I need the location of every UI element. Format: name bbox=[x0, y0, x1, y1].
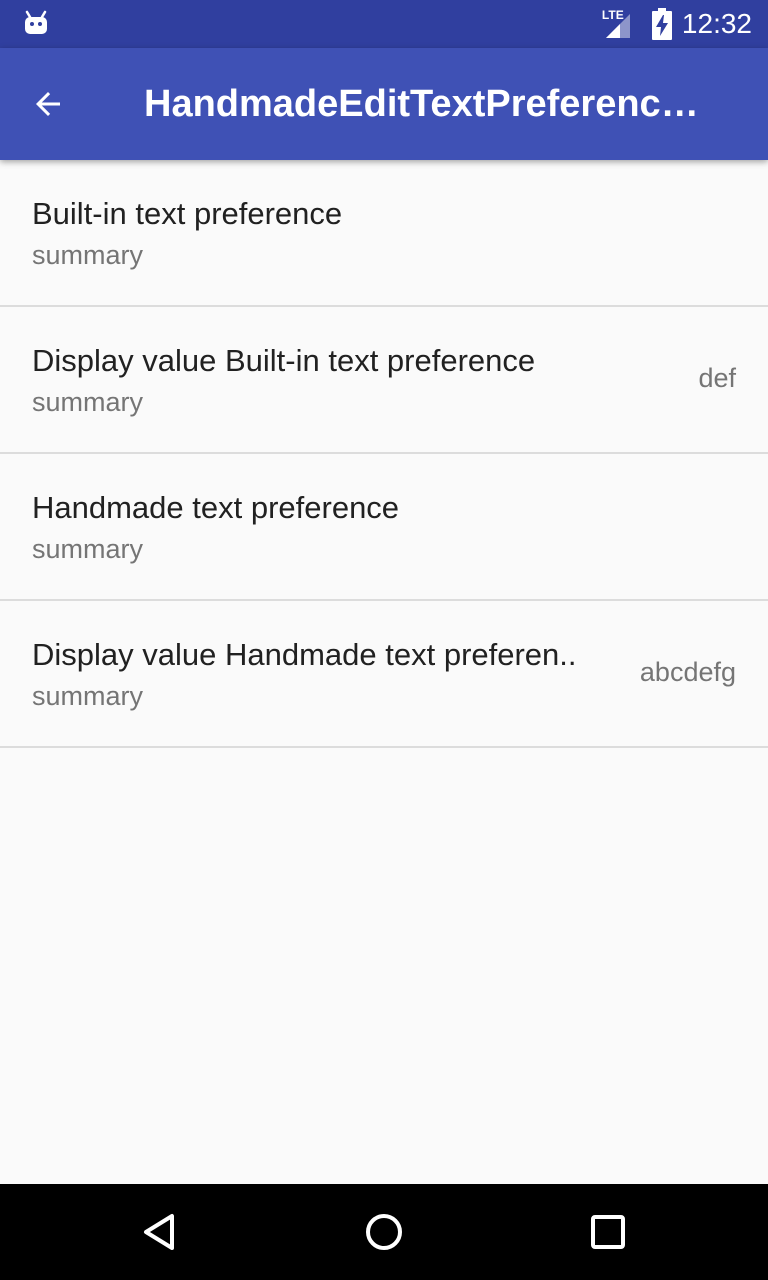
clock: 12:32 bbox=[681, 8, 752, 39]
preference-title: Handmade text preference bbox=[32, 490, 400, 525]
page-title: HandmadeEditTextPreference… bbox=[144, 83, 712, 125]
preference-item-builtin[interactable]: Built-in text preference summary bbox=[0, 160, 768, 307]
preference-title: Display value Handmade text preferen.. bbox=[32, 637, 577, 672]
preference-list: Built-in text preference summary Display… bbox=[0, 160, 768, 748]
back-button[interactable] bbox=[24, 80, 72, 128]
nav-home-icon[interactable] bbox=[360, 1208, 408, 1256]
preference-summary: summary bbox=[32, 534, 144, 564]
app-bar: HandmadeEditTextPreference… bbox=[0, 48, 768, 160]
navigation-bar bbox=[0, 1184, 768, 1280]
preference-summary: summary bbox=[32, 387, 144, 417]
preference-summary: summary bbox=[32, 681, 144, 711]
nav-recents-icon[interactable] bbox=[584, 1208, 632, 1256]
battery-charging-icon bbox=[651, 8, 672, 40]
preference-item-display-builtin[interactable]: Display value Built-in text preference s… bbox=[0, 307, 768, 454]
nav-back-icon[interactable] bbox=[136, 1208, 184, 1256]
signal-icon: LTE bbox=[598, 8, 638, 40]
preference-title: Display value Built-in text preference bbox=[32, 343, 536, 378]
android-debug-icon bbox=[25, 10, 47, 34]
preference-summary: summary bbox=[32, 240, 144, 270]
arrow-back-icon bbox=[36, 92, 60, 116]
status-bar: LTE 12:32 bbox=[0, 0, 768, 48]
preference-value: def bbox=[698, 363, 736, 393]
preference-value: abcdefg bbox=[639, 657, 736, 687]
preference-title: Built-in text preference bbox=[32, 196, 343, 231]
preference-item-handmade[interactable]: Handmade text preference summary bbox=[0, 454, 768, 601]
preference-item-display-handmade[interactable]: Display value Handmade text preferen.. s… bbox=[0, 601, 768, 748]
